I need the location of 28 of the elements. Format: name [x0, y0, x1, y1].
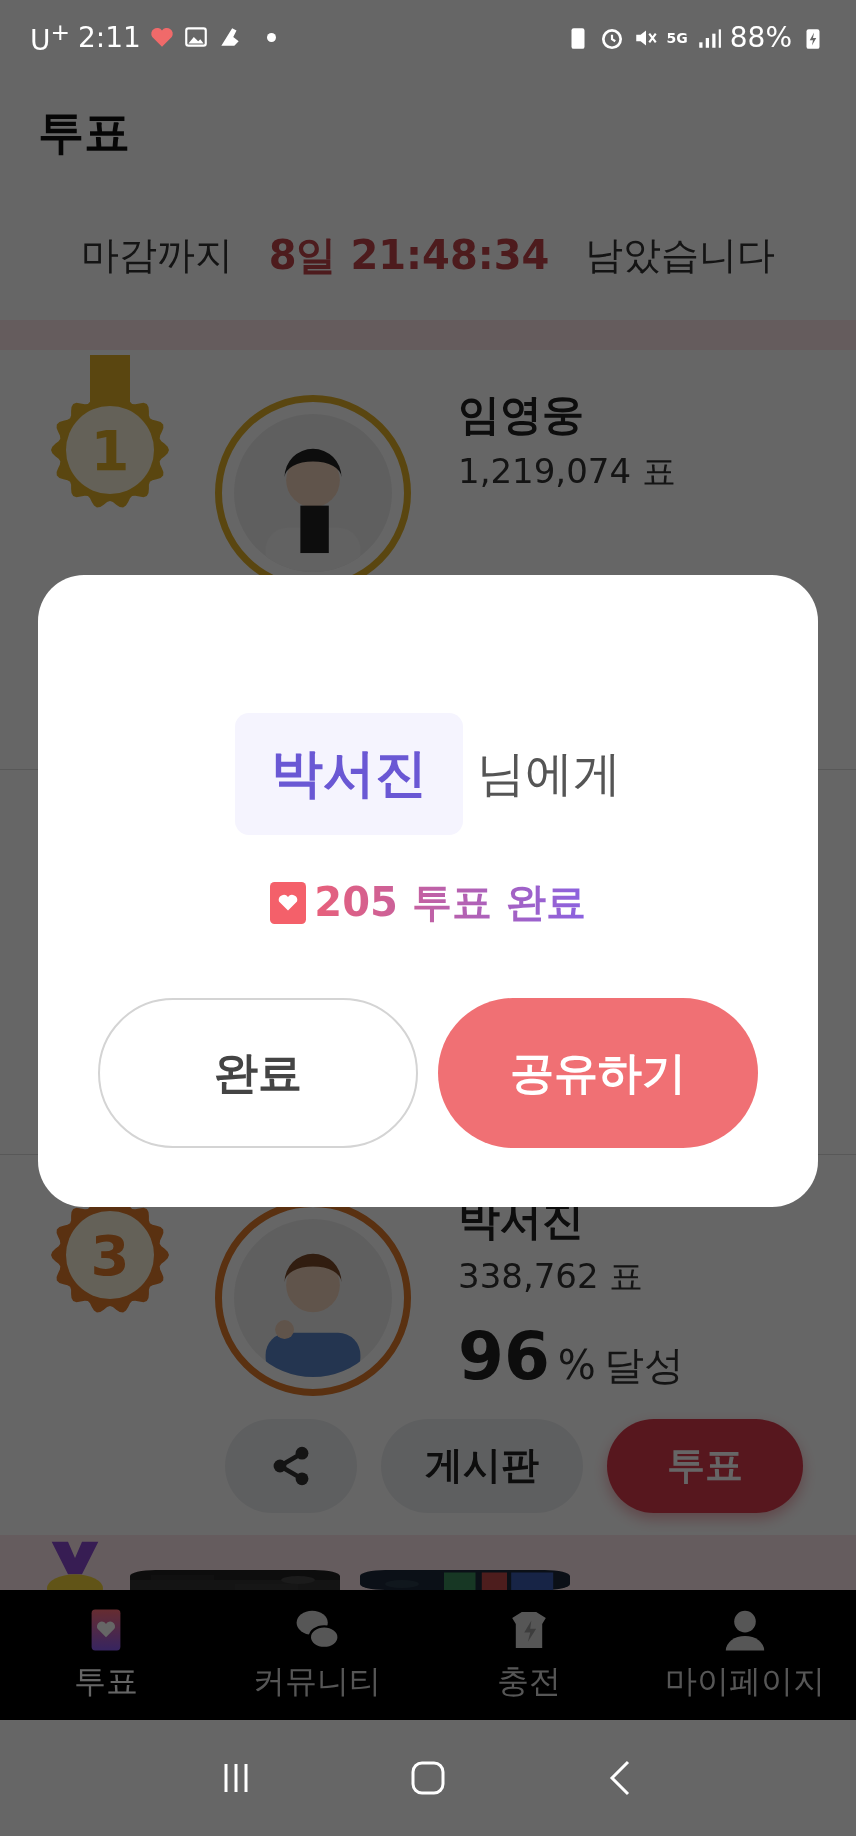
page-title: 투표 [38, 103, 130, 161]
achieved-label: 달성 [603, 1341, 684, 1390]
heart-card-icon [270, 880, 307, 925]
percent-value: 96 [458, 1324, 550, 1390]
vote-button[interactable]: 투표 [607, 1418, 803, 1513]
rank-number: 1 [89, 423, 131, 479]
vote-count: 338,762 표 [458, 1255, 645, 1298]
nav-tab[interactable]: 투표 [30, 1606, 181, 1704]
nav-tab[interactable]: 커뮤니티 [242, 1606, 393, 1704]
countdown-suffix: 남았습니다 [585, 231, 776, 279]
countdown-time: 8일 21:48:34 [268, 230, 550, 280]
carrier-label: U$^{+}$ [30, 17, 71, 58]
done-button[interactable]: 완료 [98, 998, 418, 1148]
board-button[interactable]: 게시판 [381, 1418, 583, 1513]
recipient-name: 박서진 [235, 713, 463, 835]
countdown-prefix: 마감까지 [80, 231, 233, 279]
clock-time: 2:11 [78, 21, 141, 54]
candidate-name: 임영웅 [458, 389, 585, 441]
network-label: 5G [666, 29, 688, 46]
rank-number: 3 [89, 1228, 131, 1284]
nav-tab[interactable]: 충전 [453, 1606, 604, 1704]
percent-unit: % [557, 1342, 596, 1388]
notification-dot-icon [266, 33, 276, 42]
nav-tab[interactable]: 마이페이지 [665, 1606, 826, 1704]
share-button[interactable]: 공유하기 [438, 998, 758, 1148]
recipient-suffix: 님에게 [477, 744, 621, 803]
battery-percent: 88% [729, 21, 792, 54]
vote-count: 1,219,074 표 [458, 450, 677, 493]
